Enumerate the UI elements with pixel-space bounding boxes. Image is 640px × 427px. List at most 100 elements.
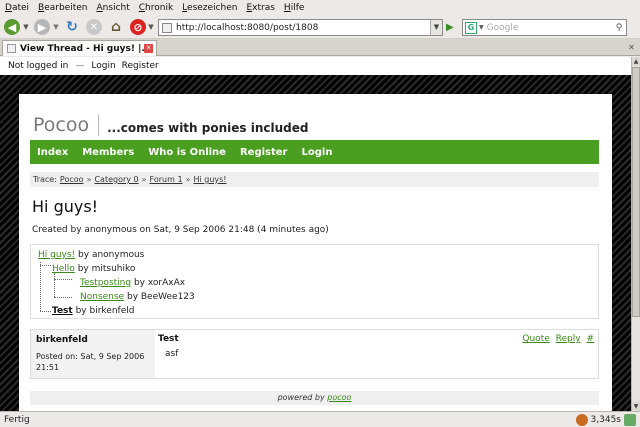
tree-item-link[interactable]: Testposting: [80, 278, 131, 288]
tree-item-author: by birkenfeld: [75, 306, 135, 316]
menu-lesezeichen[interactable]: Lesezeichen: [182, 3, 237, 13]
permalink[interactable]: #: [586, 334, 594, 344]
close-icon[interactable]: ✕: [627, 43, 636, 52]
adblock-dropdown-icon[interactable]: ▼: [147, 19, 155, 35]
vertical-scrollbar[interactable]: ▲ ▼: [631, 57, 640, 411]
debugger-icon[interactable]: [624, 413, 636, 426]
tree-connector: [54, 279, 72, 280]
tree-connector: [54, 297, 72, 298]
page-title: Hi guys!: [32, 197, 99, 216]
login-status: Not logged in: [8, 61, 69, 71]
site-slogan: ...comes with ponies included: [107, 121, 309, 135]
breadcrumb-category[interactable]: Category 0: [94, 175, 138, 184]
search-icon[interactable]: ⚲: [612, 23, 626, 33]
tree-item-current: Test by birkenfeld: [52, 306, 134, 316]
post-date: Posted on: Sat, 9 Sep 2006 21:51: [36, 352, 145, 372]
menu-chronik[interactable]: Chronik: [139, 3, 173, 13]
separator: —: [75, 61, 85, 71]
user-status-bar: Not logged in — Login Register: [0, 57, 631, 75]
tree-item-link[interactable]: Test: [52, 306, 73, 316]
page-favicon-icon: [162, 22, 172, 33]
tree-item-author: by xorAxAx: [133, 278, 186, 288]
menu-ansicht[interactable]: Ansicht: [97, 3, 130, 13]
forward-arrow-icon[interactable]: ▶: [34, 19, 50, 35]
search-engine-icon[interactable]: G: [465, 21, 477, 34]
scrollbar-thumb[interactable]: [632, 67, 640, 317]
search-input[interactable]: Google: [487, 23, 612, 33]
breadcrumb-thread[interactable]: Hi guys!: [193, 175, 226, 184]
breadcrumb-separator: »: [185, 175, 191, 184]
menu-datei[interactable]: Datei: [5, 3, 29, 13]
nav-register[interactable]: Register: [240, 147, 288, 158]
nav-login[interactable]: Login: [301, 147, 332, 158]
site-logo[interactable]: Pocoo: [33, 114, 100, 136]
post-author[interactable]: birkenfeld: [36, 335, 88, 345]
breadcrumb: Trace: Pocoo » Category 0 » Forum 1 » Hi…: [30, 172, 599, 187]
home-icon[interactable]: ⌂: [108, 19, 124, 35]
url-text[interactable]: http://localhost:8080/post/1808: [176, 23, 430, 33]
tree-item: Hi guys! by anonymous: [38, 250, 144, 260]
reply-link[interactable]: Reply: [556, 334, 581, 344]
menu-bearbeiten[interactable]: Bearbeiten: [38, 3, 87, 13]
tree-item-author: by BeeWee123: [126, 292, 195, 302]
tree-item: Hello by mitsuhiko: [52, 264, 135, 274]
url-history-dropdown-icon[interactable]: ▼: [430, 20, 442, 35]
forward-dropdown-icon[interactable]: ▼: [52, 19, 60, 35]
search-box[interactable]: G ▼ Google ⚲: [462, 19, 627, 36]
tree-item-link[interactable]: Hi guys!: [38, 250, 75, 260]
tab-favicon-icon: [7, 44, 16, 53]
extension-status-icon[interactable]: [575, 413, 588, 426]
menu-hilfe[interactable]: Hilfe: [284, 3, 305, 13]
nav-members[interactable]: Members: [82, 147, 134, 158]
status-text: Fertig: [4, 414, 30, 425]
back-arrow-icon[interactable]: ◀: [4, 19, 20, 35]
reload-icon[interactable]: ↻: [64, 19, 80, 35]
tab-view-thread[interactable]: View Thread - Hi guys! |... ✕: [2, 40, 157, 56]
tree-item-link[interactable]: Hello: [52, 264, 75, 274]
page-footer: powered by pocoo: [30, 391, 599, 405]
login-link[interactable]: Login: [91, 61, 115, 71]
footer-link[interactable]: pocoo: [327, 393, 351, 402]
tree-item-author: by anonymous: [78, 250, 145, 260]
breadcrumb-forum[interactable]: Forum 1: [150, 175, 183, 184]
search-engine-dropdown-icon[interactable]: ▼: [479, 24, 484, 31]
nav-who-is-online[interactable]: Who is Online: [148, 147, 226, 158]
breadcrumb-pocoo[interactable]: Pocoo: [60, 175, 84, 184]
post-title: Test: [158, 334, 179, 344]
register-link[interactable]: Register: [122, 61, 159, 71]
adblock-icon[interactable]: ⊘: [130, 19, 146, 35]
thread-created-info: Created by anonymous on Sat, 9 Sep 2006 …: [32, 225, 329, 235]
post-author-panel: birkenfeld Posted on: Sat, 9 Sep 2006 21…: [31, 330, 155, 378]
breadcrumb-label: Trace:: [33, 175, 57, 184]
tree-connector: [54, 273, 55, 297]
close-tab-icon[interactable]: ✕: [144, 44, 153, 53]
menu-extras[interactable]: Extras: [246, 3, 274, 13]
tree-item-link[interactable]: Nonsense: [80, 292, 124, 302]
tree-connector: [40, 311, 51, 312]
footer-text: powered by: [277, 393, 325, 402]
go-icon[interactable]: ▶: [446, 22, 457, 33]
breadcrumb-separator: »: [86, 175, 92, 184]
site-header: Pocoo ...comes with ponies included: [33, 110, 308, 140]
tab-bar: View Thread - Hi guys! |... ✕ ✕: [0, 39, 640, 56]
back-dropdown-icon[interactable]: ▼: [22, 19, 30, 35]
post: birkenfeld Posted on: Sat, 9 Sep 2006 21…: [30, 329, 599, 379]
thread-tree: Hi guys! by anonymous Hello by mitsuhiko…: [30, 244, 599, 319]
tab-title[interactable]: View Thread - Hi guys! |...: [20, 44, 144, 54]
nav-index[interactable]: Index: [37, 147, 68, 158]
load-time: 3,345s: [590, 414, 621, 425]
scroll-down-icon[interactable]: ▼: [632, 402, 640, 411]
tree-item: Testposting by xorAxAx: [80, 278, 185, 288]
tree-connector: [40, 262, 41, 311]
quote-link[interactable]: Quote: [522, 334, 549, 344]
address-bar[interactable]: http://localhost:8080/post/1808 ▼: [158, 19, 443, 36]
post-body: asf: [165, 349, 179, 359]
stop-icon[interactable]: ✕: [86, 19, 102, 35]
page-viewport: Not logged in — Login Register Pocoo ...…: [0, 57, 631, 411]
status-bar: Fertig 3,345s: [0, 411, 640, 427]
tree-connector: [40, 265, 51, 266]
scroll-up-icon[interactable]: ▲: [632, 57, 640, 66]
navigation-toolbar: ◀ ▼ ▶ ▼ ↻ ✕ ⌂ ⊘ ▼ http://localhost:8080/…: [0, 15, 640, 39]
tree-item: Nonsense by BeeWee123: [80, 292, 195, 302]
content-frame: Pocoo ...comes with ponies included Inde…: [19, 94, 612, 411]
